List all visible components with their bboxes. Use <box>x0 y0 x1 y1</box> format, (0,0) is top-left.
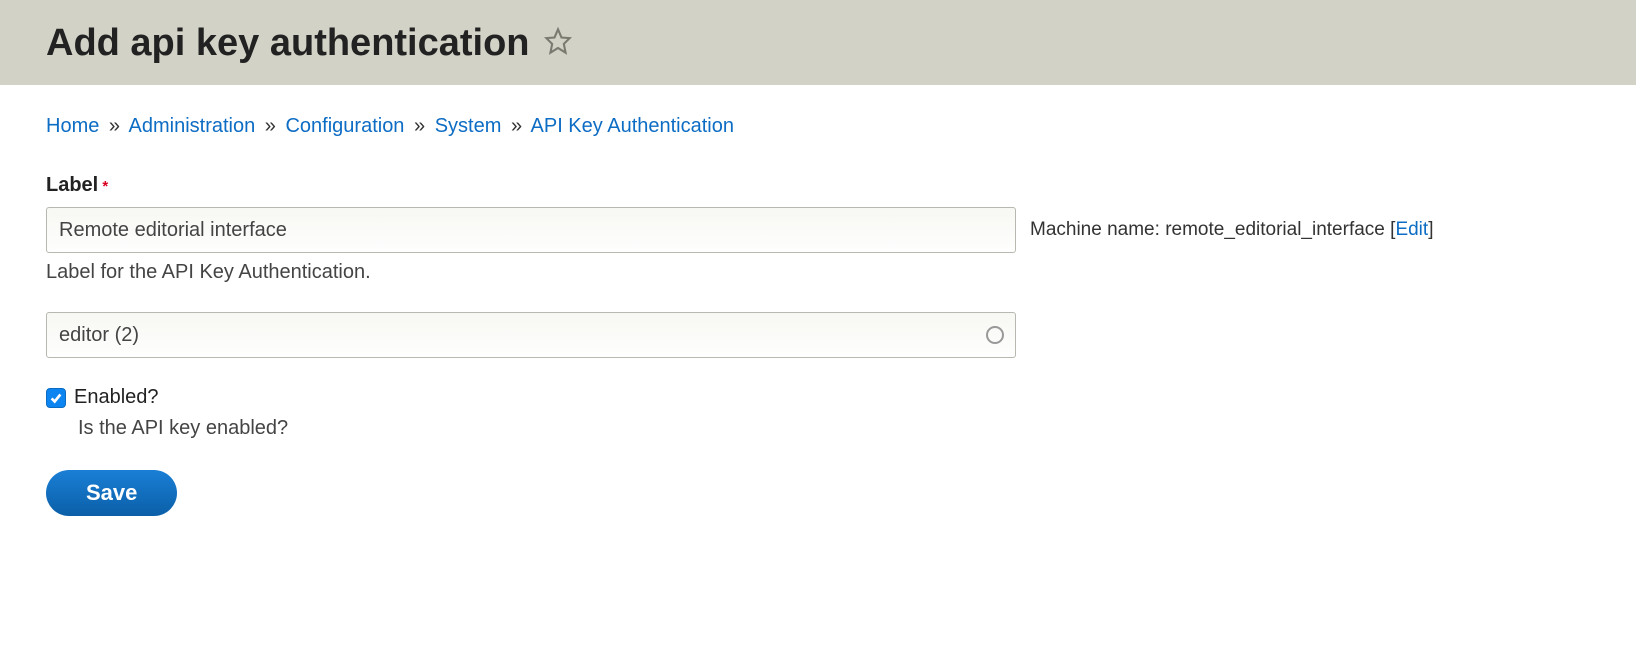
save-button[interactable]: Save <box>46 470 177 516</box>
breadcrumb-home[interactable]: Home <box>46 115 99 137</box>
enabled-field-group: Enabled? <box>46 386 1590 409</box>
label-field-description: Label for the API Key Authentication. <box>46 261 1590 284</box>
star-icon[interactable] <box>544 22 572 65</box>
page-header: Add api key authentication <box>0 0 1636 85</box>
breadcrumb-api-key-auth[interactable]: API Key Authentication <box>531 115 734 137</box>
label-input[interactable] <box>46 207 1016 253</box>
machine-name-value: remote_editorial_interface <box>1165 219 1385 240</box>
label-field-label: Label <box>46 174 98 197</box>
breadcrumb-configuration[interactable]: Configuration <box>285 115 404 137</box>
enabled-field-description: Is the API key enabled? <box>78 417 1590 440</box>
machine-name-edit-link[interactable]: Edit <box>1395 219 1428 240</box>
content-region: Home » Administration » Configuration » … <box>0 85 1636 546</box>
breadcrumb-separator: » <box>109 115 120 137</box>
page-title: Add api key authentication <box>46 22 572 65</box>
breadcrumb: Home » Administration » Configuration » … <box>46 115 1590 138</box>
breadcrumb-administration[interactable]: Administration <box>129 115 256 137</box>
breadcrumb-separator: » <box>414 115 425 137</box>
required-marker: * <box>102 178 108 195</box>
enabled-checkbox-label: Enabled? <box>74 386 159 409</box>
breadcrumb-system[interactable]: System <box>435 115 502 137</box>
user-field-group <box>46 312 1016 358</box>
enabled-checkbox[interactable] <box>46 388 66 408</box>
machine-name-display: Machine name: remote_editorial_interface… <box>1030 219 1433 241</box>
label-field-group: Label * Machine name: remote_editorial_i… <box>46 174 1590 284</box>
breadcrumb-separator: » <box>265 115 276 137</box>
page-title-text: Add api key authentication <box>46 22 530 65</box>
machine-name-edit-bracket-close: ] <box>1428 219 1433 240</box>
user-input[interactable] <box>46 312 1016 358</box>
breadcrumb-separator: » <box>511 115 522 137</box>
machine-name-prefix: Machine name: <box>1030 219 1165 240</box>
